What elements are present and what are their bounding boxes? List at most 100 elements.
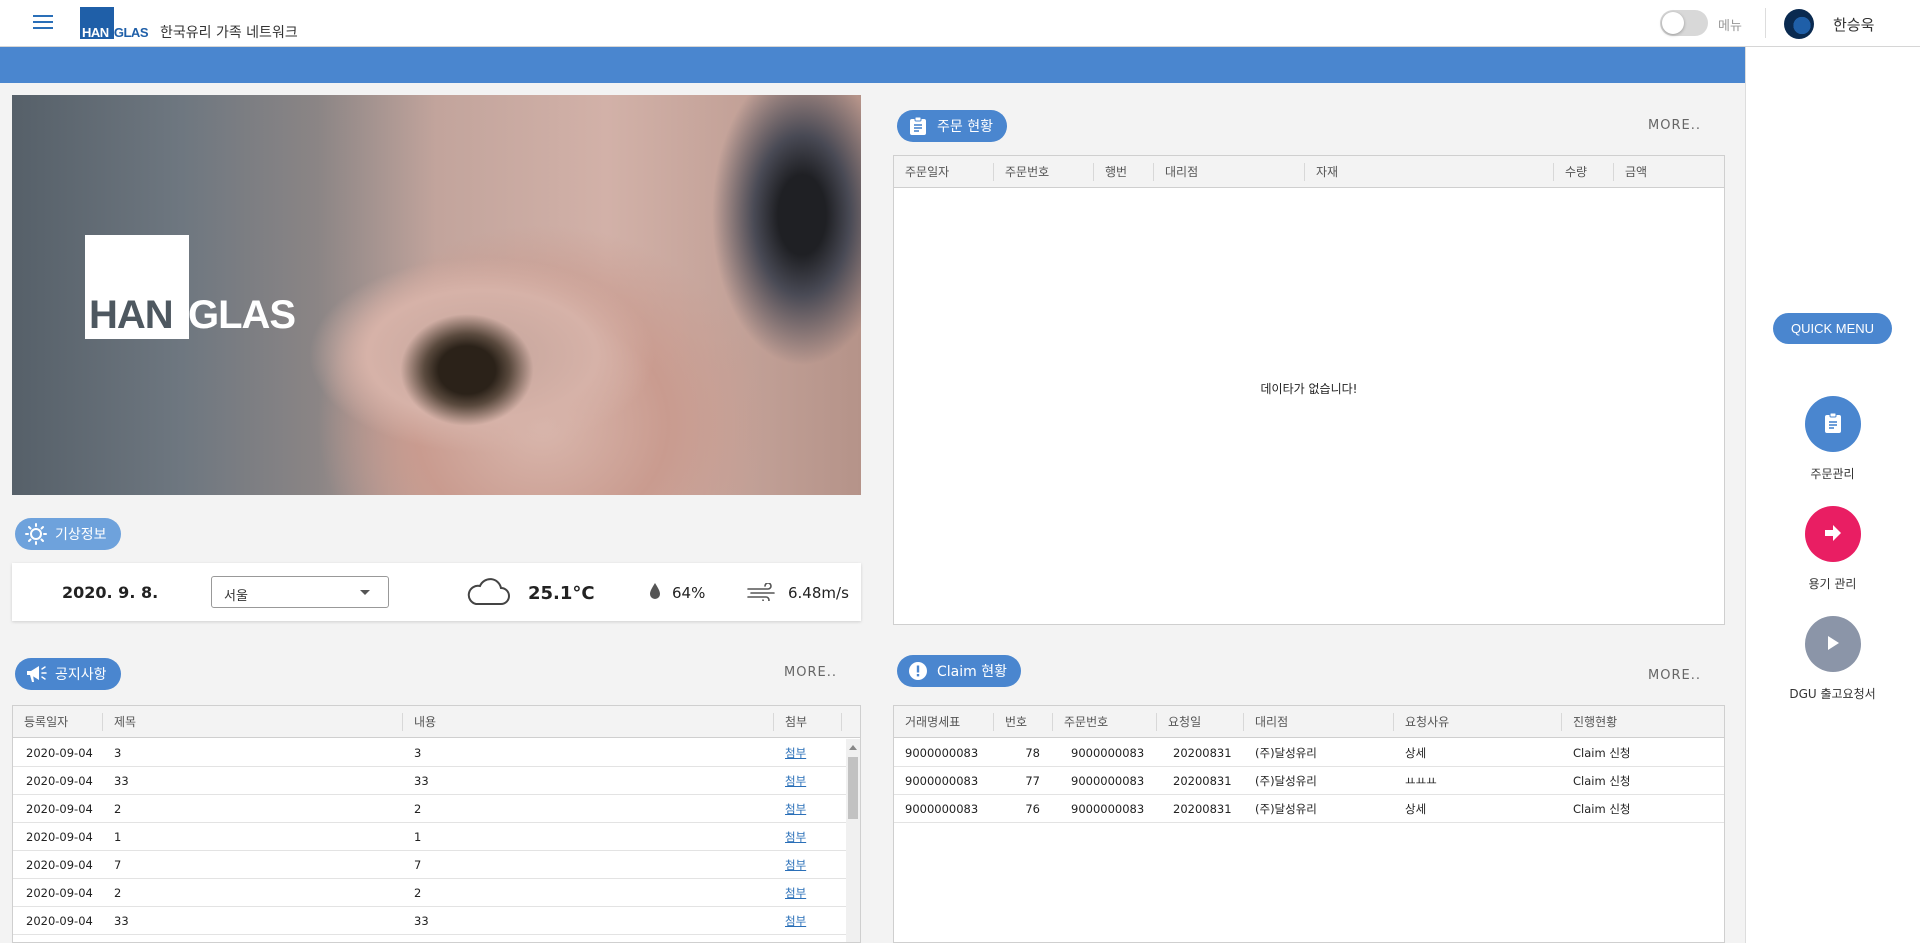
notice-table-row[interactable]: 2020-09-04 7 7 첨부 (13, 851, 846, 879)
claim-cell-no: 78 (1025, 746, 1040, 760)
water-drop-icon (648, 582, 662, 603)
col-header[interactable]: 진행현황 (1561, 713, 1617, 731)
attachment-link[interactable]: 첨부 (785, 823, 806, 851)
container-management-label[interactable]: 용기 관리 (1760, 575, 1905, 592)
weather-title-pill: 기상정보 (15, 518, 121, 550)
blue-banner-strip (0, 47, 1745, 83)
clipboard-icon (1823, 412, 1843, 437)
col-header[interactable]: 첨부 (773, 713, 807, 731)
notice-table-row[interactable]: 2020-09-04 2 2 첨부 (13, 795, 846, 823)
col-header[interactable]: 주문일자 (894, 156, 949, 188)
claims-table-row[interactable]: 9000000083 77 9000000083 20200831 (주)달성유리 ㅛㅛㅛ… (894, 767, 1724, 795)
username[interactable]: 한승욱 (1833, 14, 1874, 35)
claims-table-row[interactable]: 9000000083 78 9000000083 20200831 (주)달성유리 상세 C… (894, 739, 1724, 767)
scroll-thumb[interactable] (848, 757, 858, 819)
weather-date: 2020. 9. 8. (62, 583, 159, 602)
user-avatar[interactable] (1784, 9, 1814, 39)
notice-table-row[interactable]: 2020-09-04 33 33 첨부 (13, 907, 846, 935)
attachment-link[interactable]: 첨부 (785, 795, 806, 823)
dgu-release-request-label[interactable]: DGU 출고요청서 (1760, 685, 1905, 702)
col-header[interactable]: 주문번호 (993, 163, 1049, 181)
claim-cell-agency: (주)달성유리 (1255, 774, 1317, 788)
notice-scrollbar[interactable] (846, 739, 860, 942)
col-header[interactable]: 제목 (102, 713, 136, 731)
notice-cell-date: 2020-09-04 (26, 802, 93, 816)
notice-cell-date: 2020-09-04 (26, 830, 93, 844)
quick-menu-title[interactable]: QUICK MENU (1773, 313, 1892, 344)
attachment-link[interactable]: 첨부 (785, 851, 806, 879)
notice-cell-date: 2020-09-04 (26, 886, 93, 900)
hanglas-logo[interactable]: HAN GLAS (80, 7, 149, 39)
col-header[interactable]: 거래명세표 (894, 706, 960, 738)
menu-toggle-switch[interactable] (1660, 10, 1708, 36)
col-separator (841, 713, 842, 731)
col-header[interactable]: 요청사유 (1393, 713, 1449, 731)
dgu-release-request-button[interactable] (1805, 616, 1861, 672)
claim-cell-status: Claim 신청 (1573, 802, 1631, 816)
hero-logo: HAN GLAS (85, 235, 305, 345)
notice-cell-date: 2020-09-04 (26, 746, 93, 760)
humidity: 64% (672, 584, 706, 602)
clipboard-icon (907, 115, 929, 137)
notice-table-row[interactable]: 2020-09-04 1 1 첨부 (13, 823, 846, 851)
wind-speed: 6.48m/s (788, 584, 849, 602)
notice-cell-date: 2020-09-04 (26, 858, 93, 872)
order-management-button[interactable] (1805, 396, 1861, 452)
attachment-link[interactable]: 첨부 (785, 879, 806, 907)
col-header[interactable]: 요청일 (1156, 713, 1201, 731)
claim-cell-invoice: 9000000083 (905, 746, 979, 760)
notice-cell-title: 33 (114, 774, 129, 788)
col-header[interactable]: 대리점 (1153, 163, 1198, 181)
notice-cell-content: 2 (414, 802, 422, 816)
col-header[interactable]: 수량 (1553, 163, 1587, 181)
col-header[interactable]: 등록일자 (13, 706, 68, 738)
claims-table: 거래명세표 번호 주문번호 요청일 대리점 요청사유 진행현황 90000000… (893, 705, 1725, 943)
hamburger-menu-icon[interactable] (33, 15, 53, 31)
notice-table-header: 등록일자 제목 내용 첨부 (13, 706, 860, 738)
col-header[interactable]: 자재 (1304, 163, 1338, 181)
claims-title: Claim 현황 (937, 664, 1007, 680)
orders-more-link[interactable]: MORE.. (1648, 118, 1701, 133)
notice-cell-title: 3 (114, 746, 122, 760)
notice-cell-title: 33 (114, 914, 129, 928)
city-select[interactable]: 서울 (211, 576, 389, 608)
temperature: 25.1°C (528, 583, 595, 604)
sun-icon (25, 523, 47, 545)
notice-table-row[interactable]: 2020-09-04 33 33 첨부 (13, 767, 846, 795)
notice-cell-content: 7 (414, 858, 422, 872)
claims-table-row[interactable]: 9000000083 76 9000000083 20200831 (주)달성유리 상세 C… (894, 795, 1724, 823)
notice-more-link[interactable]: MORE.. (784, 665, 837, 680)
container-management-button[interactable] (1805, 506, 1861, 562)
notice-cell-content: 33 (414, 914, 429, 928)
hero-logo-glas: GLAS (188, 293, 296, 337)
claims-more-link[interactable]: MORE.. (1648, 668, 1701, 683)
orders-title: 주문 현황 (937, 119, 993, 135)
col-header[interactable]: 번호 (993, 713, 1027, 731)
notice-cell-content: 2 (414, 886, 422, 900)
col-header[interactable]: 대리점 (1243, 713, 1288, 731)
city-select-value: 서울 (224, 589, 248, 604)
orders-title-pill: 주문 현황 (897, 110, 1007, 142)
arrow-right-icon (1823, 524, 1843, 545)
chevron-down-icon (360, 590, 370, 595)
col-header[interactable]: 행번 (1093, 163, 1127, 181)
orders-table-header: 주문일자 주문번호 행번 대리점 자재 수량 금액 (894, 156, 1724, 188)
notice-table-row[interactable]: 2020-09-04 2 2 첨부 (13, 879, 846, 907)
claim-cell-status: Claim 신청 (1573, 774, 1631, 788)
cloud-icon (466, 577, 510, 610)
play-icon (1825, 634, 1841, 655)
notice-cell-content: 33 (414, 774, 429, 788)
order-management-label[interactable]: 주문관리 (1760, 465, 1905, 482)
attachment-link[interactable]: 첨부 (785, 739, 806, 767)
scroll-up-arrow-icon[interactable] (849, 745, 857, 750)
notice-table: 등록일자 제목 내용 첨부 2020-09-04 3 3 첨부 2020-09-04 33… (12, 705, 861, 943)
col-header[interactable]: 금액 (1613, 163, 1647, 181)
toggle-knob (1662, 12, 1684, 34)
col-header[interactable]: 내용 (402, 713, 436, 731)
notice-table-row[interactable]: 2020-09-04 3 3 첨부 (13, 739, 846, 767)
claim-cell-order-no: 9000000083 (1071, 774, 1145, 788)
col-header[interactable]: 주문번호 (1052, 713, 1108, 731)
claim-cell-order-no: 9000000083 (1071, 746, 1145, 760)
attachment-link[interactable]: 첨부 (785, 907, 806, 935)
attachment-link[interactable]: 첨부 (785, 767, 806, 795)
